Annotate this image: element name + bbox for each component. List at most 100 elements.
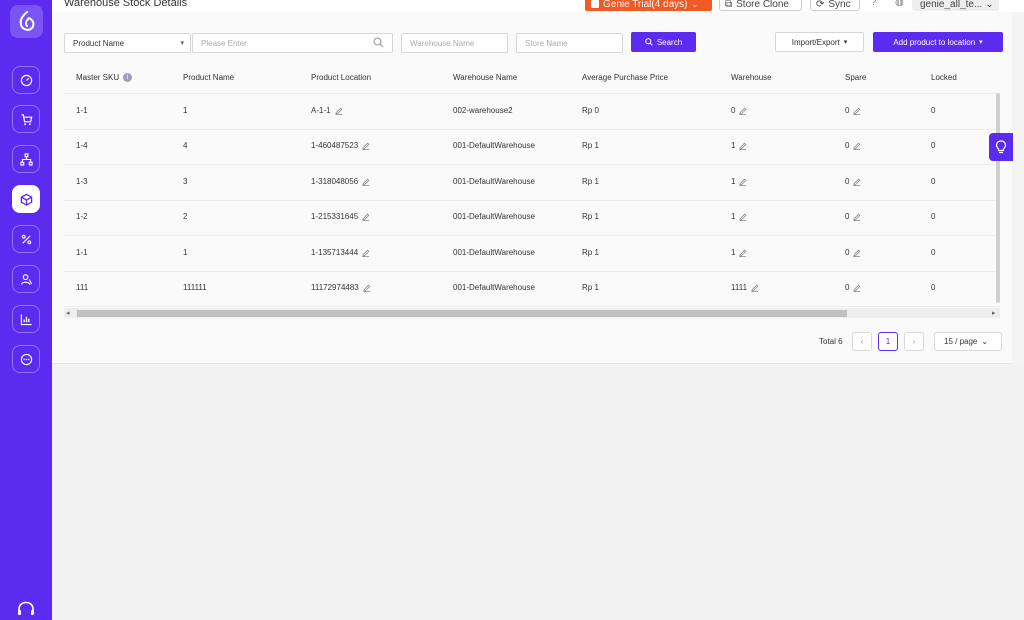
cell-sku: 1-3 bbox=[76, 177, 88, 186]
search-button[interactable]: Search bbox=[631, 32, 696, 52]
edit-icon[interactable] bbox=[362, 142, 370, 150]
chat-icon bbox=[20, 353, 32, 365]
cell-avg-price: Rp 1 bbox=[582, 283, 599, 292]
cell-value: 1-318048056 bbox=[311, 177, 359, 186]
cell-name: 2 bbox=[183, 212, 187, 221]
cell-spare: 0 bbox=[845, 141, 861, 150]
edit-icon[interactable] bbox=[739, 178, 747, 186]
edit-icon[interactable] bbox=[362, 178, 370, 186]
import-export-button[interactable]: Import/Export ▾ bbox=[775, 32, 864, 52]
logo-icon[interactable] bbox=[10, 5, 43, 38]
cell-name: 1 bbox=[183, 248, 187, 257]
top-bar bbox=[52, 0, 1024, 12]
column-header[interactable]: Master SKU i bbox=[76, 73, 133, 82]
warehouse-name-input[interactable]: Warehouse Name bbox=[401, 33, 508, 53]
search-by-select[interactable]: Product Name ▾ bbox=[64, 33, 191, 53]
nav-products[interactable] bbox=[12, 145, 40, 173]
store-clone-button[interactable]: ⧉ Store Clone bbox=[719, 0, 802, 11]
nav-chat[interactable] bbox=[12, 345, 40, 373]
edit-icon[interactable] bbox=[853, 107, 861, 115]
nav-orders[interactable] bbox=[12, 105, 40, 133]
edit-icon[interactable] bbox=[853, 284, 861, 292]
edit-icon[interactable] bbox=[739, 142, 747, 150]
cell-location: 1-135713444 bbox=[311, 248, 370, 257]
cell-value: 1 bbox=[731, 212, 736, 221]
column-header[interactable]: Locked bbox=[931, 73, 957, 82]
search-input[interactable]: Please Enter bbox=[192, 33, 393, 53]
cell-warehouse-name: 001-DefaultWarehouse bbox=[453, 177, 535, 186]
cell-sku: 111 bbox=[76, 283, 88, 292]
chevron-down-icon: ⌄ bbox=[691, 0, 699, 9]
cell-value: 001-DefaultWarehouse bbox=[453, 283, 535, 292]
edit-icon[interactable] bbox=[853, 249, 861, 257]
support-icon[interactable] bbox=[16, 600, 36, 620]
genie-trial-button[interactable]: Genie Trial(4 days) ⌄ bbox=[585, 0, 712, 11]
nav-inventory[interactable] bbox=[12, 185, 40, 213]
nav-customers[interactable] bbox=[12, 265, 40, 293]
globe-icon[interactable]: ◍ bbox=[895, 0, 904, 8]
edit-icon[interactable] bbox=[334, 107, 343, 115]
page-size-select[interactable]: 15 / page ⌄ bbox=[934, 332, 1002, 351]
nav-promotions[interactable] bbox=[12, 225, 40, 253]
cell-spare: 0 bbox=[845, 177, 861, 186]
prev-page-button[interactable]: ‹ bbox=[852, 332, 872, 351]
edit-icon[interactable] bbox=[739, 107, 747, 115]
add-product-button[interactable]: Add product to location ▾ bbox=[873, 32, 1003, 52]
scroll-left-arrow[interactable]: ◂ bbox=[66, 309, 70, 317]
trial-label: Genie Trial(4 days) bbox=[603, 0, 688, 10]
cell-location: A-1-1 bbox=[311, 106, 343, 115]
store-name-input[interactable]: Store Name bbox=[516, 33, 623, 53]
column-header[interactable]: Product Name bbox=[183, 73, 234, 82]
cell-sku: 1-1 bbox=[76, 106, 88, 115]
edit-icon[interactable] bbox=[739, 249, 747, 257]
cell-value: 4 bbox=[183, 141, 188, 150]
clone-icon: ⧉ bbox=[725, 0, 733, 10]
edit-icon[interactable] bbox=[739, 213, 747, 221]
cell-name: 4 bbox=[183, 141, 187, 150]
column-header[interactable]: Spare bbox=[845, 73, 866, 82]
column-header[interactable]: Average Purchase Price bbox=[582, 73, 668, 82]
tips-button[interactable] bbox=[989, 133, 1013, 161]
nav-dashboard[interactable] bbox=[12, 66, 40, 94]
cell-value: Rp 1 bbox=[582, 141, 599, 150]
sync-button[interactable]: ⟳ Sync bbox=[810, 0, 860, 11]
cell-value: 0 bbox=[931, 177, 936, 186]
scroll-right-arrow[interactable]: ▸ bbox=[992, 309, 996, 317]
cell-avg-price: Rp 1 bbox=[582, 177, 599, 186]
cell-name: 1 bbox=[183, 106, 187, 115]
column-header[interactable]: Product Location bbox=[311, 73, 371, 82]
cell-warehouse: 1 bbox=[731, 248, 747, 257]
vertical-scrollbar[interactable] bbox=[996, 93, 1000, 303]
cell-spare: 0 bbox=[845, 248, 861, 257]
horizontal-scroll-thumb[interactable] bbox=[77, 310, 847, 317]
user-menu[interactable]: genie_all_te... ⌄ bbox=[912, 0, 999, 11]
edit-icon[interactable] bbox=[362, 213, 370, 221]
dashboard-icon bbox=[20, 74, 32, 86]
row-divider bbox=[64, 164, 1000, 165]
cell-avg-price: Rp 0 bbox=[582, 106, 599, 115]
help-icon[interactable]: ? bbox=[871, 0, 877, 8]
edit-icon[interactable] bbox=[853, 213, 861, 221]
column-header[interactable]: Warehouse bbox=[731, 73, 772, 82]
page-title: Warehouse Stock Details bbox=[64, 0, 188, 9]
import-export-label: Import/Export bbox=[791, 37, 840, 47]
next-page-button[interactable]: › bbox=[904, 332, 924, 351]
page-number-button[interactable]: 1 bbox=[878, 332, 898, 351]
caret-down-icon: ▾ bbox=[180, 40, 184, 47]
cell-value: 0 bbox=[931, 106, 936, 115]
nav-reports[interactable] bbox=[12, 305, 40, 333]
search-button-label: Search bbox=[656, 37, 683, 47]
chevron-right-icon: › bbox=[912, 337, 916, 346]
cell-name: 3 bbox=[183, 177, 187, 186]
caret-down-icon: ▾ bbox=[979, 39, 983, 46]
edit-icon[interactable] bbox=[751, 284, 759, 292]
info-icon[interactable]: i bbox=[123, 73, 133, 82]
cell-value: 1-135713444 bbox=[311, 248, 359, 257]
edit-icon[interactable] bbox=[853, 178, 861, 186]
cell-value: 111111 bbox=[183, 283, 207, 292]
column-header[interactable]: Warehouse Name bbox=[453, 73, 517, 82]
edit-icon[interactable] bbox=[853, 142, 861, 150]
cell-location: 1-215331645 bbox=[311, 212, 370, 221]
edit-icon[interactable] bbox=[363, 284, 371, 292]
edit-icon[interactable] bbox=[362, 249, 370, 257]
